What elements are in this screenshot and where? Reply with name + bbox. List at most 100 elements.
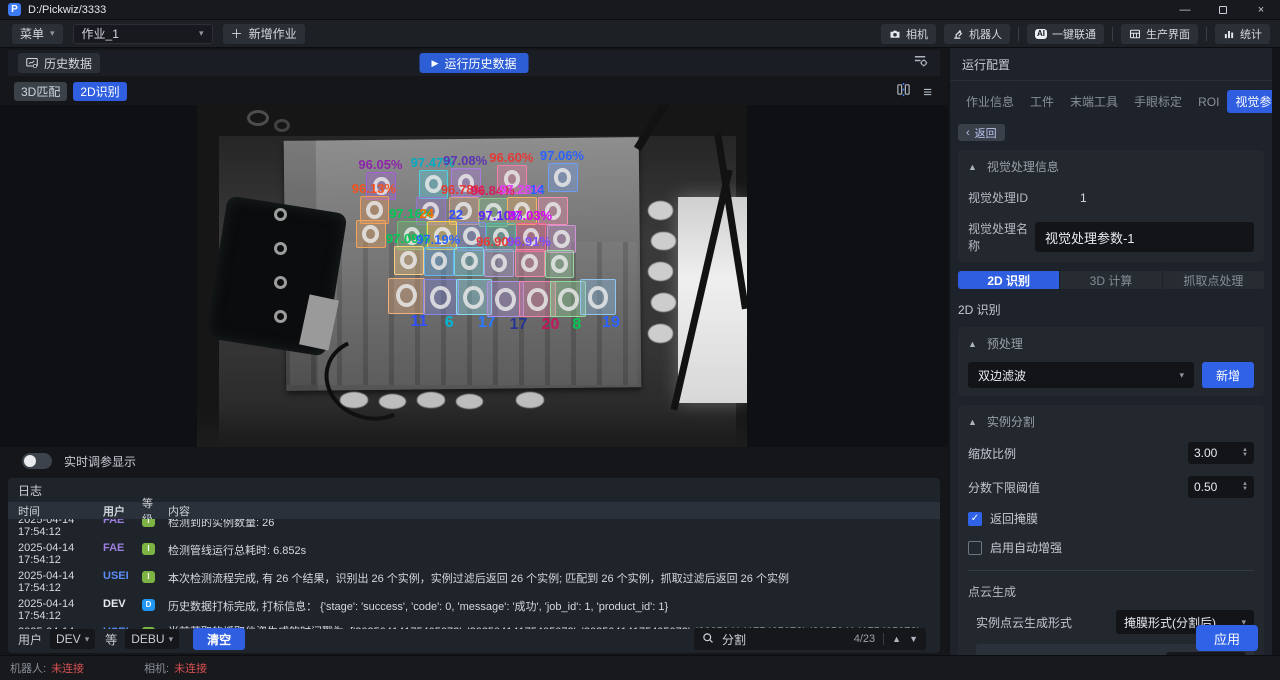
collapse-icon[interactable]: ▲ — [968, 417, 977, 427]
camera-status-value: 未连接 — [174, 660, 207, 676]
menubar-button-camera[interactable]: 相机 — [881, 24, 936, 44]
add-filter-button[interactable]: 新增 — [1202, 362, 1254, 388]
instance-seg-card: ▲ 实例分割 缩放比例 3.00 ▲▼ 分数下限阈值 0.50 ▲▼ ✓ 返回掩… — [958, 405, 1264, 655]
vision-id-label: 视觉处理ID — [968, 189, 1028, 206]
vision-name-input[interactable]: 视觉处理参数-1 — [1035, 222, 1254, 252]
log-row[interactable]: 2025-04-14 17:54:12DEVD历史数据打标完成, 打标信息： {… — [8, 594, 940, 622]
stats-icon — [1223, 28, 1235, 40]
collapse-icon[interactable]: ▲ — [968, 162, 977, 172]
detection-box[interactable]: 19 — [580, 279, 616, 315]
menu-bar: 菜单 ▾ 作业_1 ▾ ＋ 新增作业 相机机器人 AI一键联通生产界面统计 — [0, 20, 1280, 48]
realtime-tuning-toggle[interactable] — [22, 453, 52, 469]
photo-part — [274, 208, 287, 221]
detection-label: 17 — [510, 317, 528, 333]
new-job-button[interactable]: ＋ 新增作业 — [223, 24, 305, 44]
config-tab-手眼标定[interactable]: 手眼标定 — [1126, 90, 1190, 113]
history-icon — [26, 57, 38, 69]
menubar-button-robot[interactable]: 机器人 — [944, 24, 1010, 44]
clear-log-button[interactable]: 清空 — [193, 628, 245, 650]
detection-label: 11 — [411, 314, 428, 330]
log-search-box: 4/23 ▲ ▼ — [694, 628, 926, 650]
mode-tab-3D 计算[interactable]: 3D 计算 — [1060, 271, 1162, 289]
next-match-icon[interactable]: ▼ — [909, 634, 918, 644]
mode-tab-2D 识别[interactable]: 2D 识别 — [958, 271, 1060, 289]
config-tab-ROI[interactable]: ROI — [1190, 92, 1227, 112]
spinner-icon[interactable]: ▲▼ — [1242, 482, 1248, 492]
job-select[interactable]: 作业_1 ▾ — [73, 24, 213, 44]
photo-vignette — [197, 409, 747, 447]
flip-view-icon[interactable] — [896, 82, 911, 102]
menubar-button-grid[interactable]: 生产界面 — [1121, 24, 1198, 44]
detection-label: 96.05% — [358, 158, 402, 171]
maximize-button[interactable] — [1204, 0, 1242, 19]
detection-box[interactable]: 97.06% — [548, 163, 578, 192]
job-select-value: 作业_1 — [82, 25, 119, 42]
detection-label: 17 — [478, 315, 496, 331]
level-filter-value: DEBU — [131, 632, 164, 646]
viewer-tab-2D识别[interactable]: 2D识别 — [73, 82, 126, 101]
detection-box[interactable]: 17 — [487, 281, 523, 317]
menubar-button-stats[interactable]: 统计 — [1215, 24, 1270, 44]
detection-box[interactable]: 6 — [423, 279, 459, 315]
detection-box[interactable]: 97.19% — [424, 247, 454, 276]
score-threshold-input[interactable]: 0.50 ▲▼ — [1188, 476, 1254, 498]
photo-part — [274, 242, 287, 255]
detection-box[interactable]: 11 — [388, 278, 424, 314]
mode-tab-抓取点处理[interactable]: 抓取点处理 — [1163, 271, 1264, 289]
play-icon: ▶ — [432, 58, 439, 69]
log-row[interactable]: 2025-04-14 17:54:12FAEI检测管线运行总耗时: 6.852s — [8, 538, 940, 566]
detection-box[interactable]: 96.91% — [515, 249, 545, 278]
scale-input[interactable]: 3.00 ▲▼ — [1188, 442, 1254, 464]
log-row[interactable]: 2025-04-14 17:54:12USEII本次检测流程完成, 有 26 个… — [8, 566, 940, 594]
photo-part — [340, 392, 368, 407]
log-user: DEV — [93, 598, 132, 610]
log-filter-settings-icon[interactable] — [913, 53, 928, 73]
view-menu-icon[interactable]: ≡ — [923, 85, 932, 100]
viewer-tab-3D匹配[interactable]: 3D匹配 — [14, 82, 67, 101]
level-filter-select[interactable]: DEBU ▾ — [125, 629, 179, 649]
config-tab-工件[interactable]: 工件 — [1022, 90, 1062, 113]
detection-box[interactable] — [356, 220, 386, 249]
detection-box[interactable]: 96.90% — [484, 249, 514, 278]
log-content: 本次检测流程完成, 有 26 个结果，识别出 26 个实例，实例过滤后返回 26… — [158, 570, 940, 586]
run-history-button[interactable]: ▶ 运行历史数据 — [420, 53, 529, 73]
detection-box[interactable]: 17 — [456, 279, 492, 315]
auto-augment-checkbox[interactable] — [968, 541, 982, 555]
close-button[interactable]: × — [1242, 0, 1280, 19]
apply-button[interactable]: 应用 — [1196, 625, 1258, 651]
prev-match-icon[interactable]: ▲ — [892, 634, 901, 644]
run-history-label: 运行历史数据 — [444, 55, 516, 72]
menu-dropdown[interactable]: 菜单 ▾ — [12, 24, 63, 44]
detection-box[interactable] — [545, 250, 575, 279]
camera-image[interactable]: 96.05%97.47%97.08%96.60%97.06%96.13%96.7… — [197, 105, 747, 447]
config-tab-末端工具[interactable]: 末端工具 — [1062, 90, 1126, 113]
config-tab-作业信息[interactable]: 作业信息 — [958, 90, 1022, 113]
config-title: 运行配置 — [950, 48, 1272, 81]
user-filter-label: 用户 — [18, 631, 42, 648]
minimize-button[interactable]: — — [1166, 0, 1204, 19]
history-data-button[interactable]: 历史数据 — [18, 53, 100, 73]
filter-select[interactable]: 双边滤波 ▾ — [968, 362, 1194, 388]
chevron-left-icon: ‹ — [966, 127, 970, 139]
log-time: 2025-04-14 17:54:12 — [8, 570, 93, 594]
log-row[interactable]: 2025-04-14 17:54:12FAEI检测到的实例数量: 26 — [8, 519, 940, 538]
back-button[interactable]: ‹ 返回 — [958, 124, 1005, 141]
spinner-icon[interactable]: ▲▼ — [1242, 448, 1248, 458]
detection-box[interactable] — [454, 247, 484, 276]
return-mask-checkbox[interactable]: ✓ — [968, 512, 982, 526]
plus-icon: ＋ — [231, 25, 243, 42]
user-filter-value: DEV — [56, 632, 81, 646]
photo-clutter — [247, 110, 269, 126]
score-threshold-label: 分数下限阈值 — [968, 479, 1040, 496]
user-filter-select[interactable]: DEV ▾ — [50, 629, 95, 649]
photo-part — [651, 232, 676, 251]
detection-box[interactable]: 97.09% — [394, 246, 424, 275]
run-config-panel: 运行配置 作业信息工件末端工具手眼标定ROI视觉参数 ‹ 返回 ▲ 视觉处理信息… — [950, 48, 1272, 655]
chevron-down-icon: ▾ — [50, 28, 55, 39]
collapse-icon[interactable]: ▲ — [968, 339, 977, 349]
menubar-button-ai[interactable]: AI一键联通 — [1027, 24, 1104, 44]
menubar-right: 相机机器人 AI一键联通生产界面统计 — [881, 24, 1270, 44]
auto-augment-label: 启用自动增强 — [990, 539, 1062, 556]
search-input[interactable] — [722, 632, 846, 646]
config-tab-视觉参数[interactable]: 视觉参数 — [1227, 90, 1272, 113]
